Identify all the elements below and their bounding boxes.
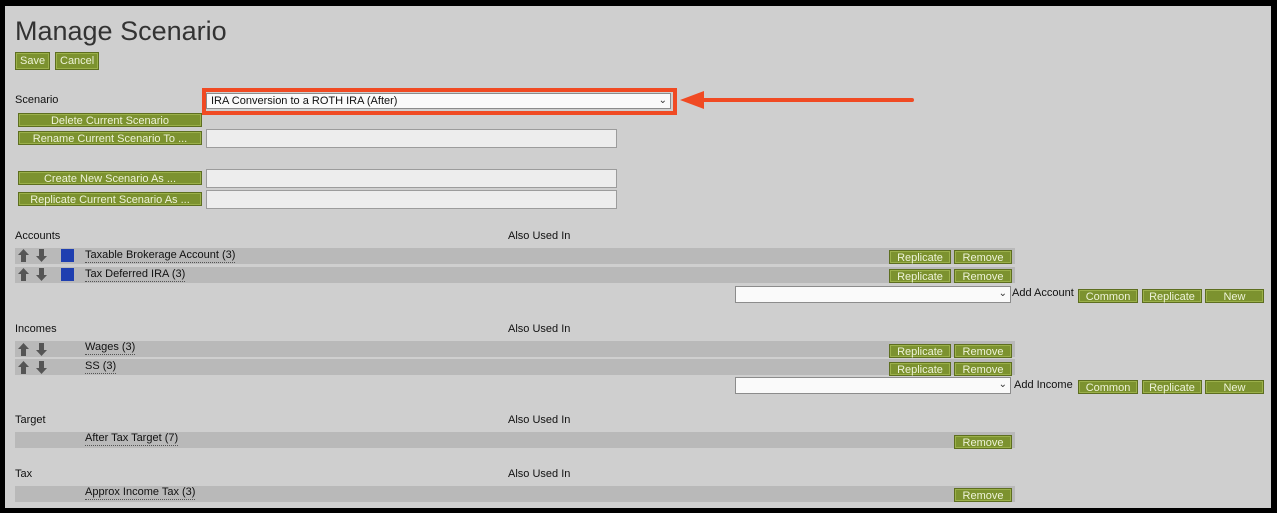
account-item-link[interactable]: Tax Deferred IRA (3) (85, 268, 186, 282)
scenario-label: Scenario (15, 94, 59, 106)
add-account-replicate-button[interactable]: Replicate (1142, 289, 1202, 303)
tax-remove-button[interactable]: Remove (954, 488, 1012, 502)
annotation-arrow-icon (680, 91, 914, 109)
account-color-swatch[interactable] (61, 268, 74, 281)
account-replicate-button[interactable]: Replicate (889, 250, 951, 264)
add-income-replicate-button[interactable]: Replicate (1142, 380, 1202, 394)
account-color-swatch[interactable] (61, 249, 74, 262)
account-remove-button[interactable]: Remove (954, 269, 1012, 283)
manage-scenario-page: Manage Scenario Save Cancel Scenario IRA… (5, 6, 1271, 508)
accounts-also-used-in: Also Used In (508, 230, 571, 242)
accounts-header: Accounts (15, 230, 61, 242)
add-account-label: Add Account (1012, 287, 1074, 299)
chevron-down-icon: ⌄ (998, 288, 1007, 299)
add-income-new-button[interactable]: New (1205, 380, 1264, 394)
target-also-used-in: Also Used In (508, 414, 571, 426)
highlight-box (202, 88, 677, 115)
income-remove-button[interactable]: Remove (954, 362, 1012, 376)
rename-scenario-button[interactable]: Rename Current Scenario To ... (18, 131, 202, 145)
add-income-common-button[interactable]: Common (1078, 380, 1138, 394)
tax-item-link[interactable]: Approx Income Tax (3) (85, 486, 196, 500)
income-replicate-button[interactable]: Replicate (889, 362, 951, 376)
arrow-down-icon[interactable] (36, 361, 47, 374)
tax-also-used-in: Also Used In (508, 468, 571, 480)
account-remove-button[interactable]: Remove (954, 250, 1012, 264)
replicate-scenario-button[interactable]: Replicate Current Scenario As ... (18, 192, 202, 206)
incomes-header: Incomes (15, 323, 57, 335)
arrow-down-icon[interactable] (36, 343, 47, 356)
save-button[interactable]: Save (15, 52, 51, 70)
add-account-select[interactable]: ⌄ (735, 286, 1011, 303)
add-income-label: Add Income (1014, 379, 1073, 391)
arrow-up-icon[interactable] (18, 343, 29, 356)
arrow-down-icon[interactable] (36, 249, 47, 262)
incomes-also-used-in: Also Used In (508, 323, 571, 335)
target-header: Target (15, 414, 46, 426)
income-remove-button[interactable]: Remove (954, 344, 1012, 358)
arrow-down-icon[interactable] (36, 268, 47, 281)
add-account-new-button[interactable]: New (1205, 289, 1264, 303)
income-item-link[interactable]: Wages (3) (85, 341, 136, 355)
target-item-link[interactable]: After Tax Target (7) (85, 432, 179, 446)
account-replicate-button[interactable]: Replicate (889, 269, 951, 283)
chevron-down-icon: ⌄ (998, 379, 1007, 390)
arrow-up-icon[interactable] (18, 268, 29, 281)
tax-header: Tax (15, 468, 33, 480)
add-account-common-button[interactable]: Common (1078, 289, 1138, 303)
add-income-select[interactable]: ⌄ (735, 377, 1011, 394)
arrow-up-icon[interactable] (18, 361, 29, 374)
income-item-link[interactable]: SS (3) (85, 360, 117, 374)
replicate-scenario-input[interactable] (206, 190, 617, 209)
page-title: Manage Scenario (15, 16, 227, 46)
target-remove-button[interactable]: Remove (954, 435, 1012, 449)
create-scenario-input[interactable] (206, 169, 617, 188)
income-replicate-button[interactable]: Replicate (889, 344, 951, 358)
income-row-band (15, 359, 1015, 375)
income-row-band (15, 341, 1015, 357)
account-item-link[interactable]: Taxable Brokerage Account (3) (85, 249, 236, 263)
cancel-button[interactable]: Cancel (55, 52, 100, 70)
create-scenario-button[interactable]: Create New Scenario As ... (18, 171, 202, 185)
rename-scenario-input[interactable] (206, 129, 617, 148)
delete-scenario-button[interactable]: Delete Current Scenario (18, 113, 202, 127)
arrow-up-icon[interactable] (18, 249, 29, 262)
